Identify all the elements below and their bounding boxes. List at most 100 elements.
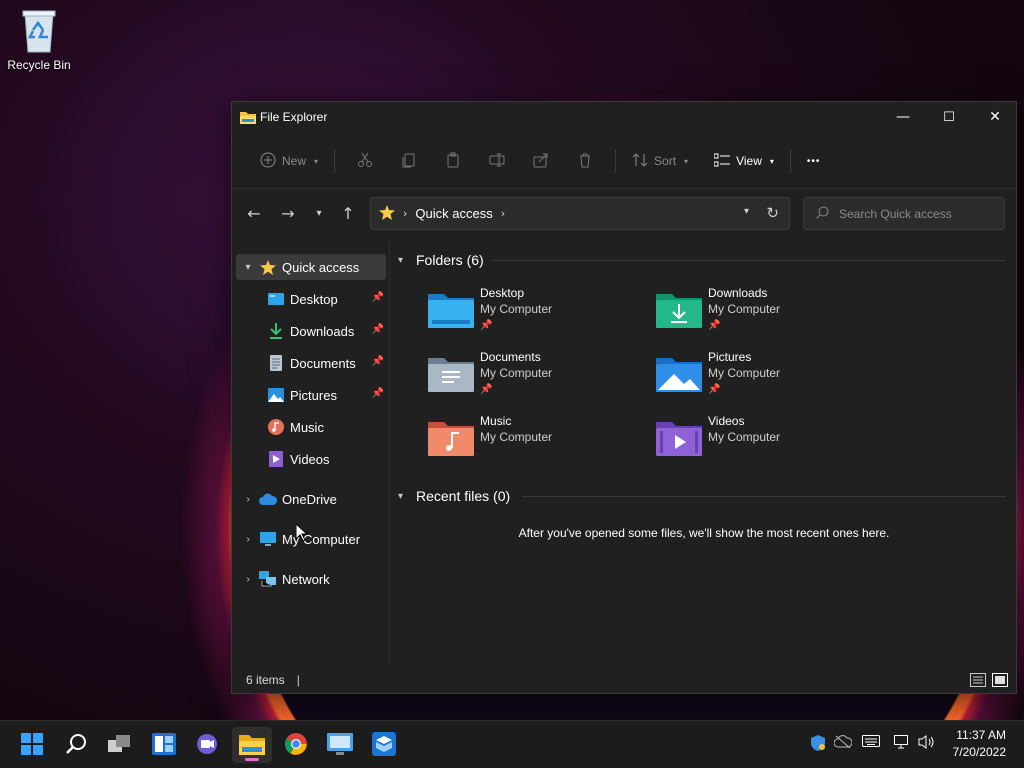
file-explorer-taskbar-button[interactable]	[232, 727, 272, 763]
chat-button[interactable]	[188, 727, 228, 763]
remote-desktop-button[interactable]	[320, 727, 360, 763]
breadcrumb-quick-access[interactable]: Quick access	[415, 206, 492, 221]
sidebar-item-onedrive[interactable]: › OneDrive	[236, 486, 386, 512]
trash-icon	[577, 152, 593, 171]
cut-button[interactable]	[350, 145, 380, 177]
paste-button[interactable]	[438, 145, 468, 177]
search-input[interactable]	[839, 206, 989, 221]
content-pane: ▾ Folders (6) Desktop My Computer 📌 Down…	[392, 242, 1016, 667]
folder-name: Pictures	[708, 350, 752, 364]
folders-section-header[interactable]: ▾ Folders (6)	[398, 248, 484, 272]
share-button[interactable]	[526, 145, 556, 177]
folder-icon	[239, 733, 265, 758]
new-button[interactable]: New ▾	[252, 145, 326, 177]
widgets-icon	[152, 732, 176, 758]
title-bar[interactable]: File Explorer — ☐ ✕	[232, 102, 1016, 132]
clock-date: 7/20/2022	[952, 745, 1006, 759]
refresh-icon[interactable]: ↻	[766, 204, 779, 222]
section-divider	[522, 496, 1006, 497]
volume-icon[interactable]	[918, 735, 936, 753]
task-view-icon	[108, 734, 132, 757]
chevron-right-icon[interactable]: ›	[238, 574, 258, 585]
search-icon	[65, 733, 87, 758]
more-options-button[interactable]: •••	[799, 145, 829, 177]
recent-files-section-header[interactable]: ▾ Recent files (0)	[398, 484, 510, 508]
sidebar-item-desktop[interactable]: Desktop 📌	[236, 286, 386, 312]
widgets-button[interactable]	[144, 727, 184, 763]
downloads-folder-icon	[656, 290, 702, 328]
chevron-down-icon: ▾	[398, 490, 404, 502]
view-list-icon	[713, 153, 731, 170]
copy-button[interactable]	[394, 145, 424, 177]
sidebar-item-downloads[interactable]: Downloads 📌	[236, 318, 386, 344]
folder-location: My Computer	[708, 302, 781, 316]
folder-tile-music[interactable]: Music My Computer	[428, 414, 648, 470]
close-button[interactable]: ✕	[972, 102, 1018, 132]
large-icons-view-icon[interactable]	[992, 673, 1008, 687]
task-view-button[interactable]	[100, 727, 140, 763]
sidebar-item-videos[interactable]: Videos	[236, 446, 386, 472]
sidebar-item-my-computer[interactable]: › My Computer	[236, 526, 386, 552]
chevron-down-icon[interactable]: ▾	[238, 262, 258, 273]
sidebar-item-music[interactable]: Music	[236, 414, 386, 440]
sidebar-item-documents[interactable]: Documents 📌	[236, 350, 386, 376]
forward-arrow-icon[interactable]: →	[274, 199, 302, 227]
picture-icon	[266, 386, 286, 404]
folder-tile-desktop[interactable]: Desktop My Computer 📌	[428, 286, 648, 342]
sidebar-item-label: Desktop	[290, 291, 338, 307]
toolbar-separator	[334, 149, 336, 173]
folder-tile-pictures[interactable]: Pictures My Computer 📌	[656, 350, 876, 406]
address-dropdown-icon[interactable]: ▾	[744, 206, 749, 217]
music-note-icon	[266, 418, 286, 436]
mouse-cursor-icon	[295, 522, 309, 545]
system-clock[interactable]: 11:37 AM 7/20/2022	[953, 727, 1006, 761]
maximize-button[interactable]: ☐	[926, 102, 972, 132]
chrome-icon	[284, 732, 308, 759]
search-button[interactable]	[56, 727, 96, 763]
network-status-icon[interactable]	[894, 735, 910, 753]
chevron-right-icon[interactable]: ›	[238, 494, 258, 505]
navigation-pane: ▾ Quick access Desktop 📌 Downloads 📌 Doc…	[232, 242, 390, 667]
folder-tile-downloads[interactable]: Downloads My Computer 📌	[656, 286, 876, 342]
chrome-button[interactable]	[276, 727, 316, 763]
keyboard-icon[interactable]	[862, 735, 880, 751]
navigation-row: ← → ▾ ↑ › Quick access › ▾ ↻	[232, 197, 1016, 231]
folder-tile-documents[interactable]: Documents My Computer 📌	[428, 350, 648, 406]
toolbar-divider	[232, 188, 1016, 189]
section-divider	[492, 260, 1006, 261]
folder-location: My Computer	[480, 430, 553, 444]
start-button[interactable]	[12, 727, 52, 763]
sidebar-item-pictures[interactable]: Pictures 📌	[236, 382, 386, 408]
search-box[interactable]	[803, 197, 1005, 230]
view-button[interactable]: View ▾	[706, 145, 782, 177]
pin-icon: 📌	[371, 356, 384, 367]
sidebar-item-network[interactable]: › Network	[236, 566, 386, 592]
music-folder-icon	[428, 418, 474, 456]
chevron-down-icon: ▾	[684, 156, 689, 166]
folder-tile-videos[interactable]: Videos My Computer	[656, 414, 876, 470]
onedrive-offline-icon[interactable]	[833, 735, 853, 753]
back-arrow-icon[interactable]: ←	[240, 199, 268, 227]
chevron-right-icon[interactable]: ›	[238, 534, 258, 545]
recent-locations-chevron-icon[interactable]: ▾	[305, 199, 333, 227]
details-view-icon[interactable]	[970, 673, 986, 687]
rename-button[interactable]	[482, 145, 512, 177]
recycle-bin-shortcut[interactable]: Recycle Bin	[6, 8, 72, 72]
breadcrumb-chevron-icon[interactable]: ›	[501, 207, 505, 220]
up-arrow-icon[interactable]: ↑	[334, 199, 362, 227]
delete-button[interactable]	[570, 145, 600, 177]
sort-label: Sort	[654, 154, 677, 168]
chevron-down-icon: ▾	[398, 254, 404, 266]
pin-icon: 📌	[371, 388, 384, 399]
sort-button[interactable]: Sort ▾	[624, 145, 696, 177]
pin-icon: 📌	[371, 292, 384, 303]
store-app-button[interactable]	[364, 727, 404, 763]
minimize-button[interactable]: —	[880, 102, 926, 132]
sidebar-item-quick-access[interactable]: ▾ Quick access	[236, 254, 386, 280]
plus-circle-icon	[260, 152, 276, 171]
defender-shield-icon[interactable]	[810, 735, 826, 755]
address-bar[interactable]: › Quick access › ▾ ↻	[370, 197, 790, 230]
recent-files-empty-message: After you've opened some files, we'll sh…	[518, 526, 890, 540]
folder-name: Downloads	[708, 286, 768, 300]
cloud-icon	[258, 490, 278, 508]
